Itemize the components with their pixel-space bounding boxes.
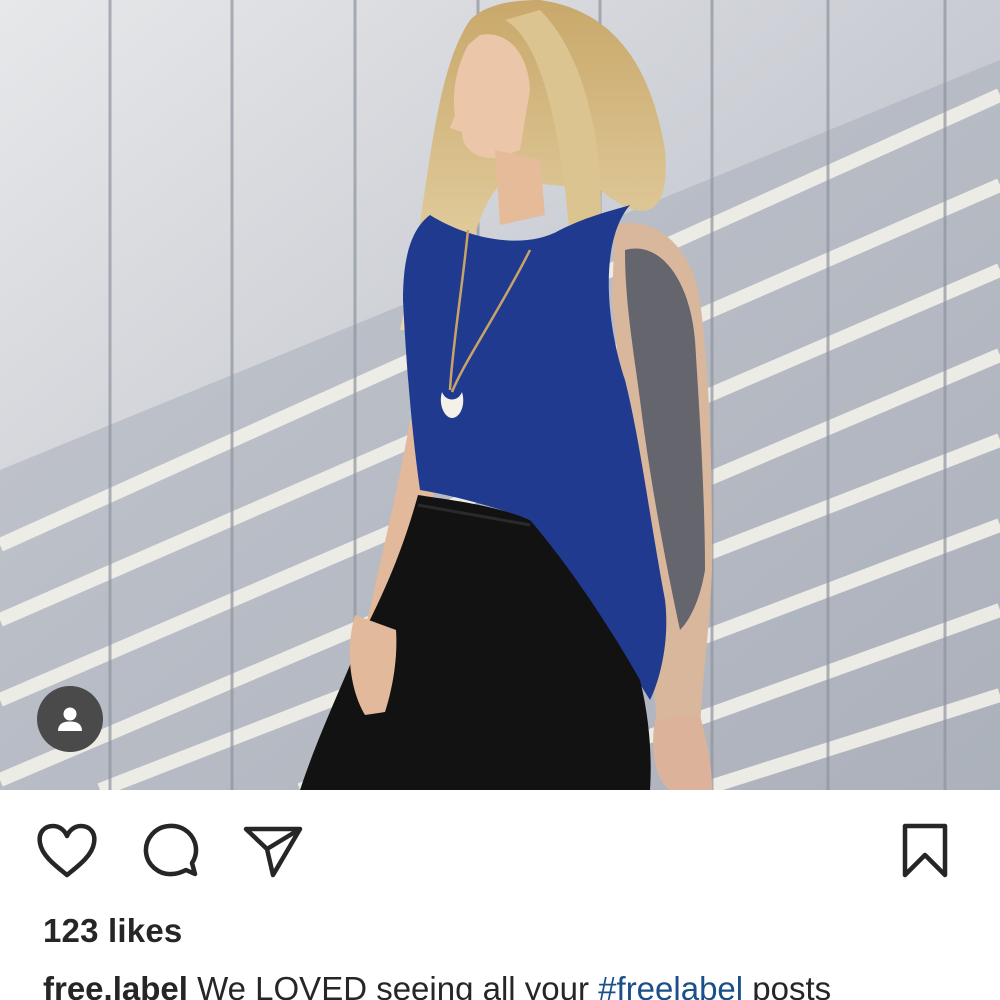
instagram-post: 123 likes free.label We LOVED seeing all… [0, 0, 1000, 1000]
share-button[interactable] [240, 818, 306, 884]
comment-bubble-icon [143, 823, 199, 877]
comment-button[interactable] [137, 818, 203, 884]
heart-icon [37, 823, 97, 878]
user-tag-icon [58, 707, 82, 731]
caption-text-end: posts [743, 970, 832, 1000]
post-action-bar [0, 790, 1000, 910]
like-button[interactable] [34, 818, 100, 884]
save-button[interactable] [892, 818, 958, 884]
post-image-illustration [0, 0, 1000, 790]
user-tag-button[interactable] [37, 686, 103, 752]
paper-plane-icon [243, 826, 303, 878]
caption-text: We LOVED seeing all your [187, 970, 599, 1000]
likes-count[interactable]: 123 likes [43, 912, 182, 950]
bookmark-icon [902, 823, 948, 878]
post-photo[interactable] [0, 0, 1000, 790]
caption-username[interactable]: free.label [43, 970, 188, 1000]
post-caption: free.label We LOVED seeing all your #fre… [43, 970, 831, 1000]
caption-hashtag-link[interactable]: #freelabel [598, 970, 743, 1000]
